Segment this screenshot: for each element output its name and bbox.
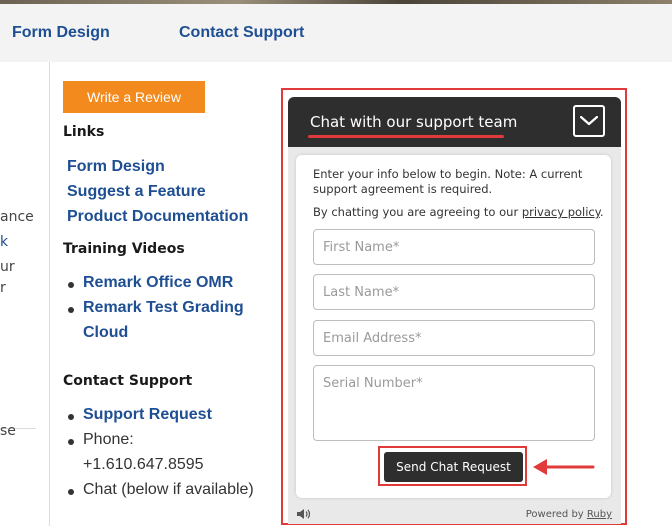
- arrow-left-icon: [533, 459, 595, 475]
- bullet: [68, 489, 74, 495]
- powered-prefix: Powered by: [525, 509, 587, 520]
- title-highlight-underline: [308, 135, 504, 138]
- training-videos-heading: Training Videos: [63, 241, 185, 257]
- first-name-input[interactable]: [313, 229, 595, 265]
- chat-intro-text: Enter your info below to begin. Note: A …: [313, 167, 583, 196]
- chat-title: Chat with our support team: [310, 113, 518, 131]
- truncated-text: ur: [0, 259, 15, 275]
- link-suggest-feature[interactable]: Suggest a Feature: [67, 183, 206, 201]
- links-heading: Links: [63, 124, 105, 140]
- last-name-input[interactable]: [313, 274, 595, 310]
- chevron-down-icon: [580, 116, 598, 126]
- contact-support-heading: Contact Support: [63, 373, 193, 389]
- link-product-documentation[interactable]: Product Documentation: [67, 208, 248, 226]
- chat-toggle-button[interactable]: [573, 105, 605, 137]
- sidebar: Write a Review Links Form Design Suggest…: [62, 62, 277, 526]
- send-chat-request-button[interactable]: Send Chat Request: [384, 452, 523, 482]
- link-remark-cloud[interactable]: Cloud: [83, 324, 128, 342]
- consent-suffix: .: [599, 205, 604, 219]
- link-support-request[interactable]: Support Request: [83, 406, 212, 424]
- chat-footer: Powered by Ruby: [288, 507, 621, 524]
- phone-number: +1.610.647.8595: [83, 456, 204, 473]
- consent-prefix: By chatting you are agreeing to our: [313, 205, 522, 219]
- serial-number-input[interactable]: [313, 365, 595, 441]
- nav-link-contact-support[interactable]: Contact Support: [179, 24, 304, 42]
- email-input[interactable]: [313, 320, 595, 356]
- nav-link-form-design[interactable]: Form Design: [12, 24, 110, 42]
- link-remark-test-grading[interactable]: Remark Test Grading: [83, 299, 244, 317]
- chat-availability: Chat (below if available): [83, 481, 254, 498]
- write-review-button[interactable]: Write a Review: [63, 81, 205, 113]
- bullet: [68, 307, 74, 313]
- left-content-column: ance k ur r se: [0, 62, 50, 526]
- truncated-text: r: [0, 280, 6, 296]
- top-navigation: Form Design Contact Support: [0, 4, 672, 62]
- privacy-policy-link[interactable]: privacy policy: [522, 205, 600, 219]
- bullet: [68, 439, 74, 445]
- chat-header: Chat with our support team: [288, 97, 621, 147]
- link-form-design[interactable]: Form Design: [67, 158, 165, 176]
- ruby-link[interactable]: Ruby: [587, 509, 612, 520]
- truncated-text: ance: [0, 209, 34, 225]
- phone-label: Phone:: [83, 431, 134, 448]
- speaker-icon[interactable]: [296, 508, 312, 520]
- truncated-link[interactable]: k: [0, 234, 8, 250]
- powered-by: Powered by Ruby: [526, 509, 612, 520]
- bullet: [68, 282, 74, 288]
- bullet: [68, 414, 74, 420]
- consent-text: By chatting you are agreeing to our priv…: [313, 205, 604, 219]
- link-remark-office-omr[interactable]: Remark Office OMR: [83, 274, 233, 292]
- truncated-text: se: [0, 423, 16, 439]
